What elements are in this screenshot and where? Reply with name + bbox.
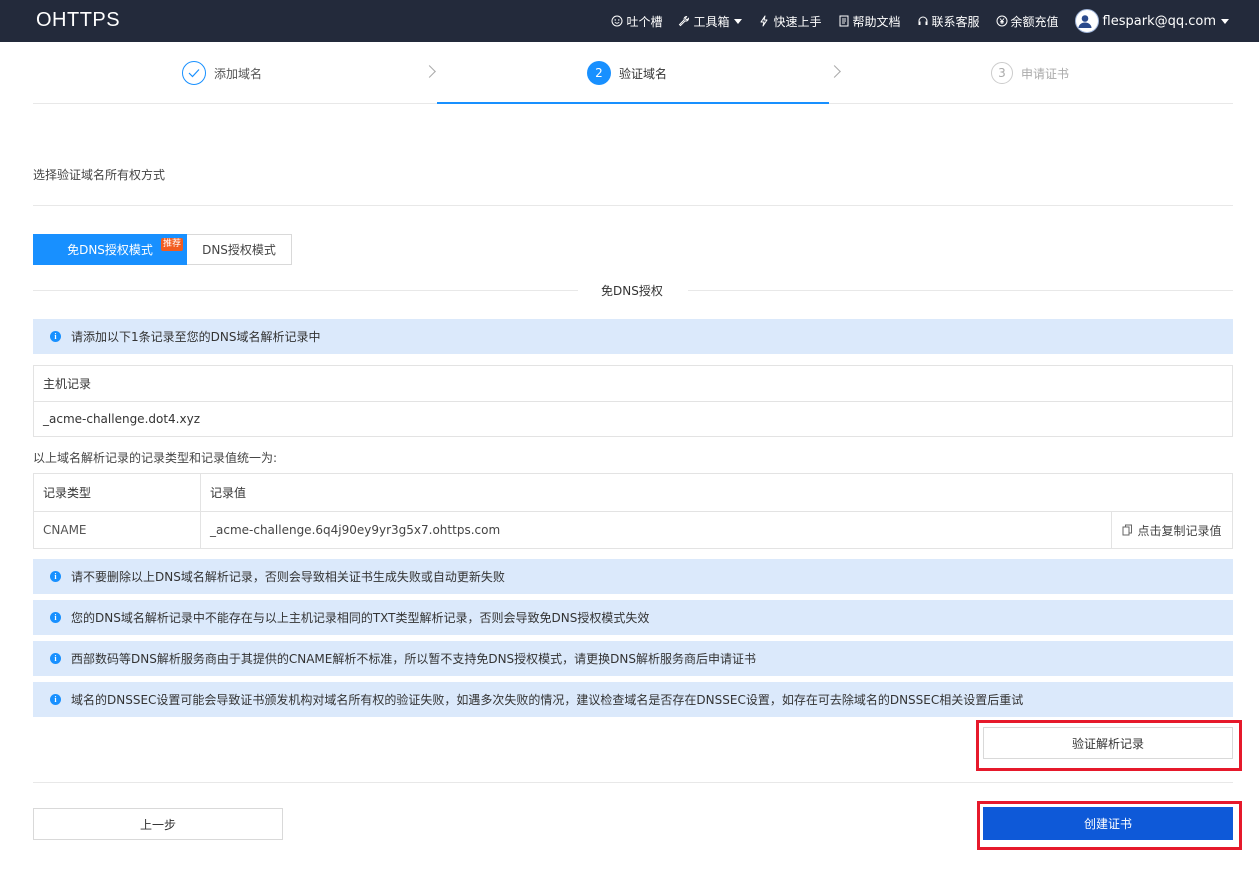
alert-warning: i 域名的DNSSEC设置可能会导致证书颁发机构对域名所有权的验证失败，如遇多次… [33, 682, 1233, 717]
record-table: 记录类型 记录值 CNAME _acme-challenge.6q4j90ey9… [33, 473, 1233, 549]
nav-menu: 吐个槽 工具箱 快速上手 帮助文档 联系客服 余额充值 flespark@qq.… [595, 0, 1229, 42]
nav-item-quickstart[interactable]: 快速上手 [758, 13, 822, 30]
alert-text: 西部数码等DNS解析服务商由于其提供的CNAME解析不标准，所以暂不支持免DNS… [71, 652, 757, 666]
highlight-box [977, 801, 1242, 850]
record-note: 以上域名解析记录的记录类型和记录值统一为: [33, 451, 278, 465]
mode-divider: 免DNS授权 [33, 280, 1233, 300]
column-header-type: 记录类型 [34, 474, 201, 511]
column-header-value: 记录值 [210, 486, 247, 500]
table-row: CNAME _acme-challenge.6q4j90ey9yr3g5x7.o… [34, 511, 1232, 548]
divider-line-left [33, 290, 578, 291]
wrench-icon [679, 15, 690, 27]
alert-text: 请不要删除以上DNS域名解析记录，否则会导致相关证书生成失败或自动更新失败 [71, 570, 505, 584]
top-nav: OHTTPS 吐个槽 工具箱 快速上手 帮助文档 联系客服 余额充值 flesp… [0, 0, 1259, 42]
nav-item-recharge[interactable]: 余额充值 [996, 13, 1059, 30]
highlight-box [976, 720, 1242, 771]
step-label: 添加域名 [214, 66, 263, 81]
step-number: 2 [587, 61, 611, 85]
alert-text: 域名的DNSSEC设置可能会导致证书颁发机构对域名所有权的验证失败，如遇多次失败… [71, 693, 1024, 707]
caret-down-icon [1221, 18, 1229, 24]
host-record-value: _acme-challenge.dot4.xyz [34, 401, 1232, 436]
chevron-right-icon [828, 65, 841, 78]
user-icon [1078, 15, 1092, 28]
copy-icon [1122, 524, 1133, 536]
step-label: 验证域名 [619, 66, 668, 81]
step-verify-domain: 2 验证域名 [587, 42, 667, 104]
nav-item-label: 联系客服 [931, 14, 980, 29]
info-icon: i [50, 612, 61, 623]
tab-label: 免DNS授权模式 [67, 243, 153, 257]
divider-line-right [688, 290, 1233, 291]
mode-tabs: 免DNS授权模式 推荐 DNS授权模式 [33, 234, 292, 265]
alert-add-record: i 请添加以下1条记录至您的DNS域名解析记录中 [33, 319, 1233, 354]
step-add-domain: 添加域名 [182, 42, 262, 104]
step-label: 申请证书 [1021, 66, 1070, 81]
alert-text: 请添加以下1条记录至您的DNS域名解析记录中 [71, 330, 321, 344]
divider [33, 205, 1233, 206]
brand-logo[interactable]: OHTTPS [36, 9, 120, 32]
headset-icon [918, 16, 928, 25]
alert-warning: i 您的DNS域名解析记录中不能存在与以上主机记录相同的TXT类型解析记录，否则… [33, 600, 1233, 635]
section-title: 选择验证域名所有权方式 [33, 168, 166, 182]
copy-record-button[interactable]: 点击复制记录值 [1111, 512, 1232, 548]
nav-item-docs[interactable]: 帮助文档 [838, 13, 901, 30]
step-number: 3 [991, 62, 1013, 84]
tab-label: DNS授权模式 [202, 243, 276, 257]
tab-dns-auth[interactable]: DNS授权模式 [187, 234, 292, 265]
caret-down-icon [734, 18, 743, 24]
user-email: flespark@qq.com [1102, 13, 1216, 29]
active-step-indicator [437, 102, 829, 104]
step-apply-certificate: 3 申请证书 [991, 42, 1069, 104]
copy-label: 点击复制记录值 [1137, 523, 1222, 538]
record-value: _acme-challenge.6q4j90ey9yr3g5x7.ohttps.… [210, 523, 501, 537]
table-header-row: 记录类型 记录值 [34, 474, 1232, 511]
info-icon: i [50, 331, 61, 342]
check-icon [182, 61, 206, 85]
alert-warning: i 西部数码等DNS解析服务商由于其提供的CNAME解析不标准，所以暂不支持免D… [33, 641, 1233, 676]
info-icon: i [50, 653, 61, 664]
smile-icon [611, 15, 623, 27]
previous-step-button[interactable]: 上一步 [33, 808, 283, 840]
lightning-icon [760, 15, 768, 27]
divider [33, 782, 1233, 783]
nav-item-label: 工具箱 [693, 14, 730, 29]
step-progress: 添加域名 2 验证域名 3 申请证书 [33, 42, 1233, 104]
nav-item-label: 帮助文档 [852, 14, 901, 29]
document-icon [839, 15, 848, 27]
info-icon: i [50, 571, 61, 582]
user-menu[interactable]: flespark@qq.com [1074, 9, 1229, 33]
host-record-box: 主机记录 _acme-challenge.dot4.xyz [33, 365, 1233, 437]
chevron-right-icon [423, 65, 436, 78]
nav-item-label: 快速上手 [773, 14, 822, 29]
alert-warning: i 请不要删除以上DNS域名解析记录，否则会导致相关证书生成失败或自动更新失败 [33, 559, 1233, 594]
nav-item-toolbox[interactable]: 工具箱 [678, 13, 743, 30]
tab-no-dns-auth[interactable]: 免DNS授权模式 推荐 [33, 234, 187, 265]
nav-item-label: 吐个槽 [626, 14, 663, 29]
avatar [1074, 9, 1099, 33]
record-type: CNAME [34, 512, 201, 548]
alert-text: 您的DNS域名解析记录中不能存在与以上主机记录相同的TXT类型解析记录，否则会导… [71, 611, 650, 625]
info-icon: i [50, 694, 61, 705]
yen-icon [996, 15, 1008, 27]
nav-item-support[interactable]: 联系客服 [917, 13, 980, 30]
nav-item-label: 余额充值 [1010, 14, 1059, 29]
recommended-badge: 推荐 [160, 238, 183, 251]
nav-item-feedback[interactable]: 吐个槽 [611, 13, 662, 30]
divider-label: 免DNS授权 [601, 284, 663, 298]
host-record-header: 主机记录 [43, 377, 92, 391]
